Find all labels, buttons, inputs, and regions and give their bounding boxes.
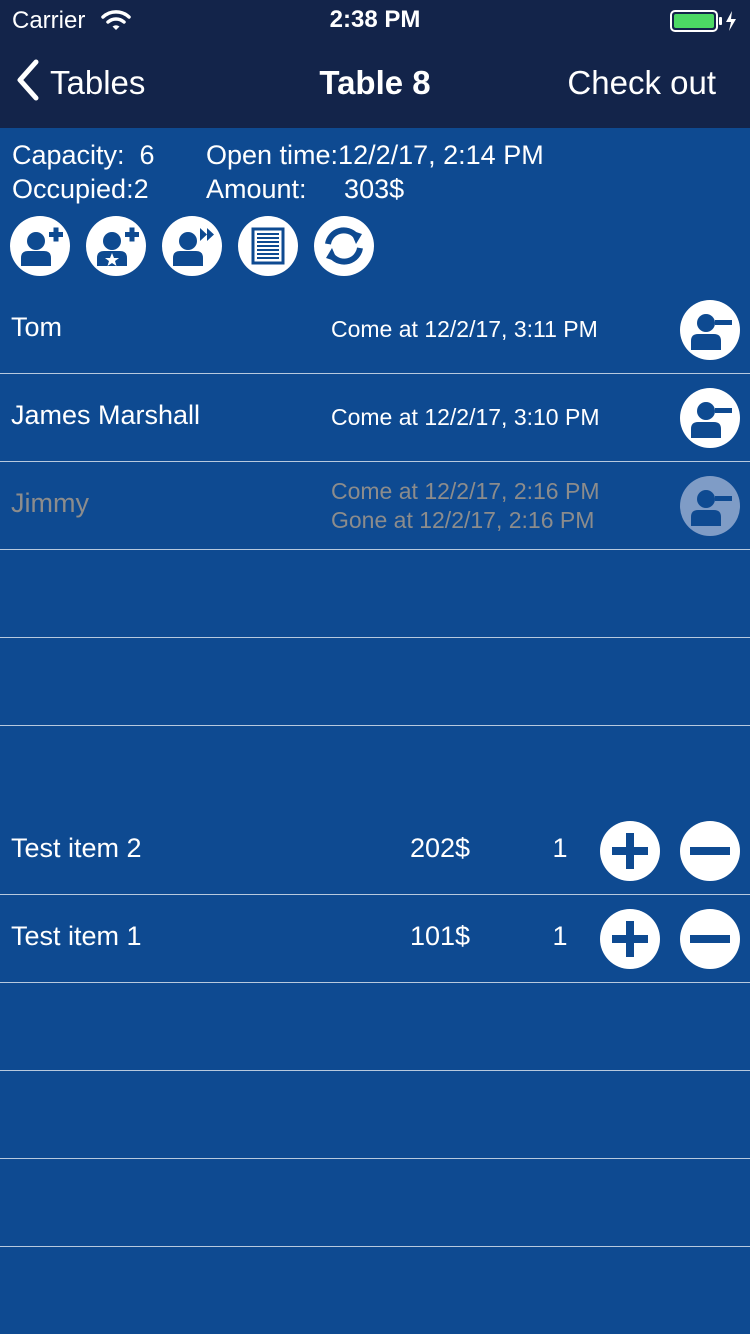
empty-guest-row bbox=[0, 550, 750, 638]
remove-guest-icon bbox=[691, 490, 732, 526]
refresh-icon bbox=[325, 227, 363, 265]
capacity-label: Capacity: 6 bbox=[12, 140, 155, 170]
guest-row[interactable]: James Marshall Come at 12/2/17, 3:10 PM bbox=[0, 374, 750, 462]
guest-come-time: Come at 12/2/17, 3:10 PM bbox=[331, 404, 600, 430]
empty-item-row bbox=[0, 1159, 750, 1247]
item-name: Test item 2 bbox=[11, 833, 142, 863]
navigation-bar: Tables Table 8 Check out bbox=[0, 40, 750, 128]
guest-times: Come at 12/2/17, 3:10 PM bbox=[331, 403, 600, 432]
refresh-button[interactable] bbox=[314, 216, 374, 276]
guest-name: James Marshall bbox=[11, 400, 201, 430]
decrease-quantity-button[interactable] bbox=[680, 909, 740, 969]
remove-guest-button[interactable] bbox=[680, 388, 740, 448]
item-quantity: 1 bbox=[552, 921, 568, 951]
item-price: 101$ bbox=[409, 921, 471, 951]
remove-guest-icon bbox=[691, 402, 732, 438]
increase-quantity-button[interactable] bbox=[600, 821, 660, 881]
item-quantity: 1 bbox=[552, 833, 568, 863]
minus-icon bbox=[690, 935, 730, 943]
status-bar: Carrier 2:38 PM bbox=[0, 0, 750, 40]
move-guest-button[interactable] bbox=[162, 216, 222, 276]
guest-times: Come at 12/2/17, 3:11 PM bbox=[331, 315, 598, 344]
guest-times: Come at 12/2/17, 2:16 PM Gone at 12/2/17… bbox=[331, 477, 600, 535]
move-guest-icon bbox=[173, 228, 214, 266]
guest-come-time: Come at 12/2/17, 3:11 PM bbox=[331, 316, 598, 342]
empty-guest-row bbox=[0, 638, 750, 726]
plus-icon bbox=[612, 921, 648, 957]
remove-guest-button[interactable] bbox=[680, 300, 740, 360]
remove-guest-icon bbox=[691, 314, 732, 350]
guest-row[interactable]: Tom Come at 12/2/17, 3:11 PM bbox=[0, 286, 750, 374]
add-vip-guest-button[interactable] bbox=[86, 216, 146, 276]
table-info-left: Capacity: 6 Occupied:2 bbox=[12, 138, 155, 206]
minus-icon bbox=[690, 847, 730, 855]
table-info-right: Open time:12/2/17, 2:14 PM Amount: 303$ bbox=[206, 138, 544, 206]
action-toolbar bbox=[10, 216, 374, 276]
increase-quantity-button[interactable] bbox=[600, 909, 660, 969]
occupied-label: Occupied:2 bbox=[12, 174, 149, 204]
amount-label: Amount: 303$ bbox=[206, 174, 405, 204]
add-guest-icon bbox=[21, 227, 63, 266]
guest-row[interactable]: Jimmy Come at 12/2/17, 2:16 PM Gone at 1… bbox=[0, 462, 750, 550]
guest-gone-time: Gone at 12/2/17, 2:16 PM bbox=[331, 507, 595, 533]
decrease-quantity-button[interactable] bbox=[680, 821, 740, 881]
remove-guest-button bbox=[680, 476, 740, 536]
order-item-row[interactable]: Test item 1 101$ 1 bbox=[0, 895, 750, 983]
checkout-button[interactable]: Check out bbox=[567, 64, 716, 102]
menu-list-button[interactable] bbox=[238, 216, 298, 276]
status-time: 2:38 PM bbox=[329, 6, 421, 33]
open-time-label: Open time:12/2/17, 2:14 PM bbox=[206, 140, 544, 170]
add-vip-guest-icon bbox=[97, 227, 139, 266]
add-guest-button[interactable] bbox=[10, 216, 70, 276]
menu-list-icon bbox=[251, 227, 285, 265]
guest-name: Tom bbox=[11, 312, 63, 342]
empty-item-row bbox=[0, 1071, 750, 1159]
item-name: Test item 1 bbox=[11, 921, 142, 951]
guest-come-time: Come at 12/2/17, 2:16 PM bbox=[331, 478, 600, 504]
guest-name: Jimmy bbox=[11, 488, 89, 518]
plus-icon bbox=[612, 833, 648, 869]
item-price: 202$ bbox=[409, 833, 471, 863]
empty-item-row bbox=[0, 983, 750, 1071]
order-item-row[interactable]: Test item 2 202$ 1 bbox=[0, 807, 750, 895]
battery-icon bbox=[670, 9, 740, 38]
